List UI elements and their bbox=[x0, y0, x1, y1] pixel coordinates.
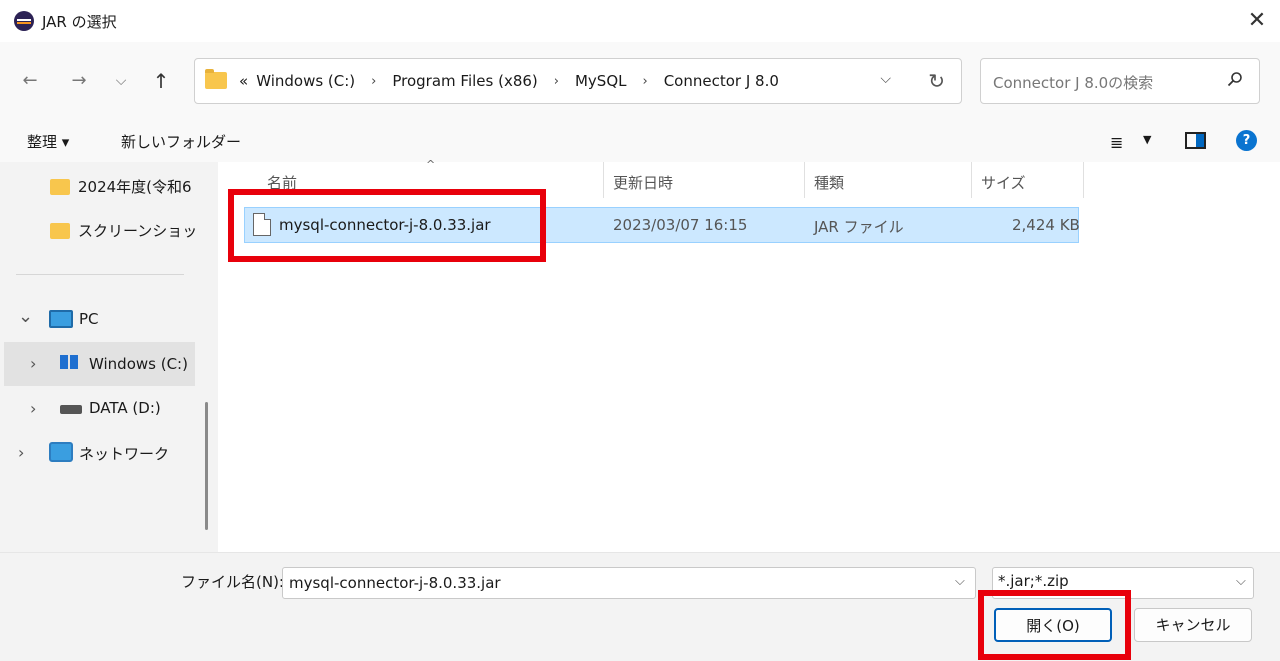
search-icon[interactable] bbox=[1227, 71, 1243, 87]
column-header-type[interactable]: 種類 bbox=[814, 172, 844, 193]
column-divider[interactable] bbox=[804, 162, 805, 198]
sort-ascending-icon: ^ bbox=[426, 158, 436, 171]
breadcrumb-mysql[interactable]: MySQL bbox=[571, 72, 631, 90]
column-header-size[interactable]: サイズ bbox=[981, 172, 1026, 193]
breadcrumb-overflow[interactable]: « bbox=[235, 72, 252, 90]
search-box[interactable]: Connector J 8.0の検索 bbox=[980, 58, 1260, 104]
network-icon bbox=[49, 442, 73, 462]
column-header-modified[interactable]: 更新日時 bbox=[613, 172, 673, 193]
breadcrumb: « Windows (C:) › Program Files (x86) › M… bbox=[235, 72, 783, 90]
filename-input[interactable] bbox=[282, 567, 976, 599]
windows-drive-icon bbox=[60, 355, 78, 369]
highlight-box bbox=[978, 590, 1131, 660]
title-bar: JAR の選択 ✕ bbox=[0, 0, 1280, 42]
eclipse-icon bbox=[14, 11, 34, 31]
chevron-down-icon[interactable]: ⌄ bbox=[18, 306, 33, 327]
chevron-right-icon[interactable]: › bbox=[359, 74, 388, 89]
column-divider[interactable] bbox=[603, 162, 604, 198]
chevron-right-icon[interactable]: › bbox=[631, 74, 660, 89]
drive-icon bbox=[60, 405, 82, 414]
view-dropdown-icon[interactable]: ▼ bbox=[1143, 133, 1151, 146]
breadcrumb-connector-j[interactable]: Connector J 8.0 bbox=[660, 72, 783, 90]
sidebar-item-data-d[interactable]: › DATA (D:) bbox=[0, 387, 195, 429]
file-type-value: *.jar;*.zip bbox=[998, 572, 1069, 590]
cancel-button[interactable]: キャンセル bbox=[1134, 608, 1252, 642]
chevron-right-icon[interactable]: › bbox=[30, 354, 36, 373]
view-options-icon[interactable]: ≣ bbox=[1110, 133, 1123, 152]
recent-locations-button[interactable]: ⌵ bbox=[108, 68, 134, 94]
up-button[interactable]: ↑ bbox=[148, 68, 174, 94]
chevron-right-icon[interactable]: › bbox=[30, 399, 36, 418]
sidebar-item-screenshots[interactable]: スクリーンショット bbox=[0, 208, 195, 250]
address-history-dropdown[interactable]: ⌵ bbox=[880, 71, 891, 87]
sidebar-item-2024[interactable]: 2024年度(令和6 bbox=[0, 164, 195, 206]
pc-icon bbox=[49, 310, 73, 328]
sidebar-scrollbar[interactable] bbox=[205, 402, 208, 530]
search-input[interactable]: Connector J 8.0の検索 bbox=[993, 72, 1153, 93]
help-icon[interactable]: ? bbox=[1236, 130, 1257, 151]
new-folder-button[interactable]: 新しいフォルダー bbox=[121, 131, 241, 152]
sidebar-divider bbox=[16, 274, 184, 275]
column-divider[interactable] bbox=[1083, 162, 1084, 198]
folder-icon bbox=[205, 69, 227, 89]
navigation-pane: 2024年度(令和6 スクリーンショット ⌄ PC › Windows (C:)… bbox=[0, 162, 214, 552]
folder-icon bbox=[50, 223, 70, 239]
folder-icon bbox=[50, 179, 70, 195]
file-size: 2,424 KB bbox=[1012, 216, 1080, 234]
chevron-right-icon[interactable]: › bbox=[542, 74, 571, 89]
chevron-down-icon[interactable]: ⌵ bbox=[1236, 574, 1246, 589]
forward-button[interactable]: → bbox=[66, 68, 92, 94]
window-title: JAR の選択 bbox=[42, 13, 117, 31]
address-bar[interactable]: « Windows (C:) › Program Files (x86) › M… bbox=[194, 58, 962, 104]
sidebar-item-windows-c[interactable]: › Windows (C:) bbox=[4, 342, 195, 386]
back-button[interactable]: ← bbox=[17, 68, 43, 94]
refresh-icon[interactable]: ↻ bbox=[928, 69, 945, 93]
breadcrumb-windows-c[interactable]: Windows (C:) bbox=[252, 72, 359, 90]
chevron-down-icon[interactable]: ⌵ bbox=[955, 574, 965, 589]
sidebar-item-pc[interactable]: ⌄ PC bbox=[0, 298, 195, 340]
chevron-right-icon[interactable]: › bbox=[18, 443, 24, 462]
command-bar: 整理 ▾ 新しいフォルダー ≣ ▼ bbox=[0, 120, 1280, 162]
column-divider[interactable] bbox=[971, 162, 972, 198]
close-button[interactable]: ✕ bbox=[1242, 6, 1272, 36]
highlight-box bbox=[228, 189, 546, 262]
organize-menu[interactable]: 整理 ▾ bbox=[27, 131, 69, 152]
file-modified: 2023/03/07 16:15 bbox=[613, 216, 748, 234]
filename-label: ファイル名(N): bbox=[181, 573, 284, 591]
breadcrumb-program-files[interactable]: Program Files (x86) bbox=[388, 72, 541, 90]
navigation-bar: ← → ⌵ ↑ « Windows (C:) › Program Files (… bbox=[0, 42, 1280, 120]
preview-pane-icon[interactable] bbox=[1185, 132, 1206, 149]
file-type: JAR ファイル bbox=[814, 218, 904, 236]
sidebar-item-network[interactable]: › ネットワーク bbox=[0, 431, 195, 473]
